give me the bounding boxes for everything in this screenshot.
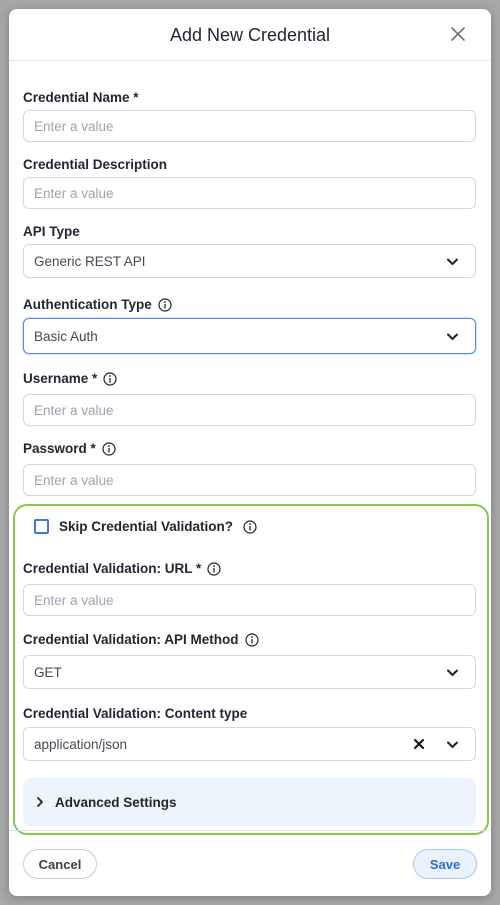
validation-content-type-select[interactable]: application/json <box>23 727 476 761</box>
credential-description-label: Credential Description <box>23 157 168 172</box>
chevron-down-icon <box>447 741 458 748</box>
credential-name-input[interactable]: Enter a value <box>23 110 476 142</box>
password-input[interactable]: Enter a value <box>23 464 476 496</box>
validation-url-input[interactable]: Enter a value <box>23 584 476 616</box>
info-icon[interactable] <box>158 297 172 312</box>
chevron-right-icon <box>37 797 43 807</box>
cancel-button[interactable]: Cancel <box>23 849 97 879</box>
api-type-label: API Type <box>23 224 80 239</box>
authentication-type-select[interactable]: Basic Auth <box>23 318 476 354</box>
add-credential-dialog: Add New Credential Credential Name * Ent… <box>9 9 491 896</box>
chevron-down-icon <box>447 258 458 265</box>
chevron-down-icon <box>447 669 458 676</box>
info-icon[interactable] <box>102 441 116 456</box>
skip-validation-label: Skip Credential Validation? <box>59 519 234 534</box>
validation-api-method-select[interactable]: GET <box>23 655 476 689</box>
validation-api-method-label: Credential Validation: API Method <box>23 632 259 647</box>
dialog-header: Add New Credential <box>9 9 491 61</box>
skip-validation-checkbox[interactable] <box>34 519 49 534</box>
authentication-type-label: Authentication Type <box>23 297 172 312</box>
info-icon[interactable] <box>103 371 117 386</box>
info-icon[interactable] <box>207 561 221 576</box>
save-button[interactable]: Save <box>413 849 477 879</box>
credential-description-input[interactable]: Enter a value <box>23 177 476 209</box>
username-label: Username * <box>23 371 117 386</box>
info-icon[interactable] <box>244 632 259 647</box>
chevron-down-icon <box>447 333 458 340</box>
skip-validation-row[interactable]: Skip Credential Validation? <box>34 519 257 534</box>
advanced-settings-toggle[interactable]: Advanced Settings <box>23 778 476 826</box>
password-label: Password * <box>23 441 116 456</box>
credential-name-label: Credential Name * <box>23 90 139 105</box>
dialog-title: Add New Credential <box>169 25 331 45</box>
info-icon[interactable] <box>243 519 257 534</box>
advanced-settings-label: Advanced Settings <box>55 794 177 810</box>
dialog-footer: Cancel Save <box>9 830 491 896</box>
close-icon[interactable] <box>449 25 467 43</box>
username-input[interactable]: Enter a value <box>23 394 476 426</box>
api-type-select[interactable]: Generic REST API <box>23 244 476 278</box>
dialog-body: Credential Name * Enter a value Credenti… <box>9 61 491 835</box>
validation-url-label: Credential Validation: URL * <box>23 561 221 576</box>
validation-content-type-label: Credential Validation: Content type <box>23 706 248 721</box>
clear-icon[interactable] <box>413 738 425 750</box>
